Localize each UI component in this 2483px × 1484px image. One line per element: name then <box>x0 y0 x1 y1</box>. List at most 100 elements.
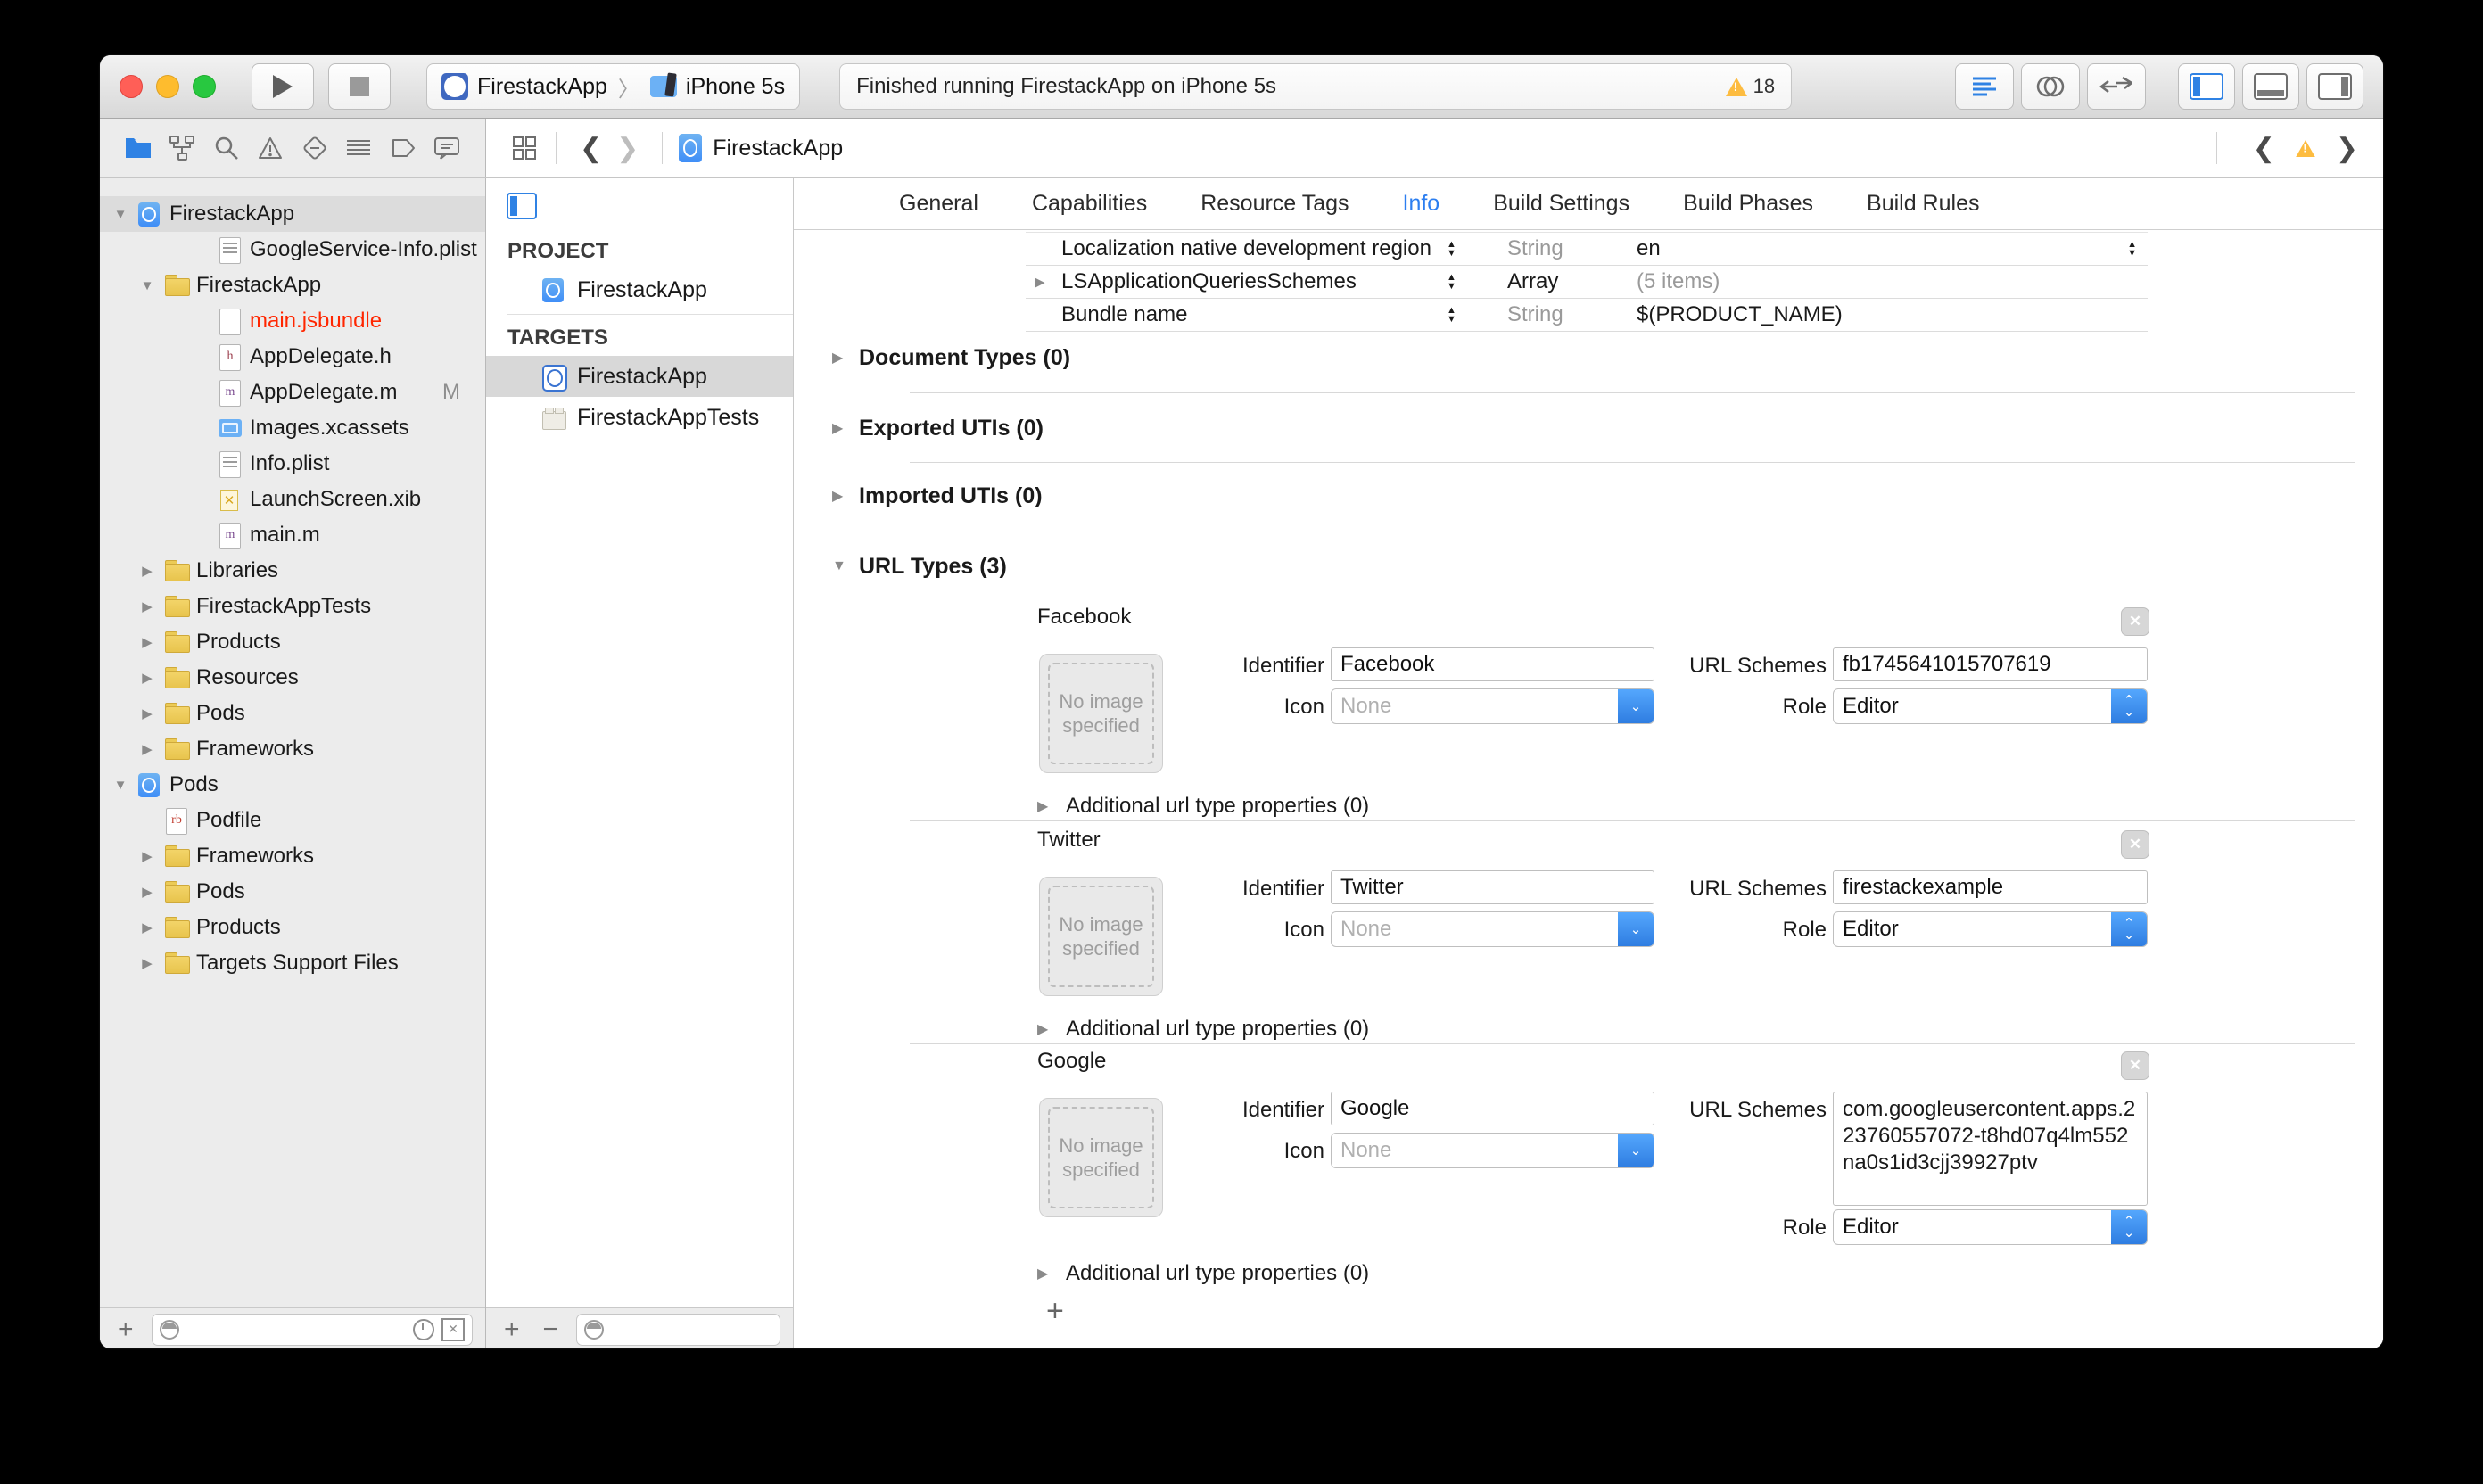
disclosure-triangle[interactable]: ▶ <box>134 634 161 650</box>
identifier-input[interactable] <box>1331 1092 1654 1125</box>
section-url-types[interactable]: ▼ URL Types (3) <box>832 550 1007 582</box>
remove-url-type-button[interactable]: ✕ <box>2121 830 2149 859</box>
tab-build-phases[interactable]: Build Phases <box>1683 191 1813 217</box>
disclosure-triangle[interactable]: ▶ <box>1037 1265 1066 1282</box>
section-exported-utis[interactable]: ▶ Exported UTIs (0) <box>832 412 1044 444</box>
remove-target-button[interactable]: − <box>538 1315 565 1343</box>
assistant-editor-button[interactable] <box>2021 63 2080 110</box>
plist-value[interactable]: en <box>1637 236 1661 261</box>
tab-build-settings[interactable]: Build Settings <box>1493 191 1629 217</box>
tree-item[interactable]: Info.plist <box>100 446 485 482</box>
navigator-filter-field[interactable]: ✕ <box>151 1313 473 1346</box>
disclosure-triangle[interactable]: ▶ <box>832 419 859 437</box>
plist-row[interactable]: Localization native development region S… <box>1026 232 2148 266</box>
tab-capabilities[interactable]: Capabilities <box>1032 191 1147 217</box>
url-schemes-input[interactable] <box>1833 870 2148 904</box>
disclosure-triangle[interactable]: ▶ <box>1035 274 1045 290</box>
disclosure-triangle[interactable]: ▼ <box>107 778 134 793</box>
tree-item[interactable]: m AppDelegate.m M <box>100 375 485 410</box>
plist-value[interactable]: (5 items) <box>1637 269 1720 294</box>
forward-button[interactable]: ❯ <box>609 133 646 164</box>
issue-navigator-icon[interactable] <box>255 133 285 163</box>
disclosure-triangle[interactable]: ▶ <box>1037 1020 1066 1038</box>
identifier-input[interactable] <box>1331 870 1654 904</box>
tree-item[interactable]: ▶ Frameworks <box>100 731 485 767</box>
plist-type[interactable]: Array <box>1507 269 1558 294</box>
scheme-selector[interactable]: FirestackApp 〉 iPhone 5s <box>426 63 801 110</box>
recent-files-icon[interactable] <box>413 1318 434 1340</box>
toggle-navigator-button[interactable] <box>2178 63 2235 110</box>
plist-row[interactable]: ▶ LSApplicationQueriesSchemes Array (5 i… <box>1026 266 2148 299</box>
zoom-window-button[interactable] <box>193 75 216 98</box>
section-document-types[interactable]: ▶ Document Types (0) <box>832 342 1070 374</box>
additional-properties-row[interactable]: ▶ Additional url type properties (0) <box>1037 1017 1369 1042</box>
icon-dropdown[interactable]: None ⌄ <box>1331 1133 1654 1168</box>
role-dropdown[interactable]: Editor ⌃ ⌄ <box>1833 1209 2148 1245</box>
add-file-button[interactable]: + <box>112 1315 139 1343</box>
disclosure-triangle[interactable]: ▶ <box>134 741 161 757</box>
hide-targets-list-icon[interactable] <box>507 193 537 219</box>
identifier-input[interactable] <box>1331 647 1654 681</box>
disclosure-triangle[interactable]: ▶ <box>134 955 161 971</box>
test-navigator-icon[interactable] <box>300 133 330 163</box>
version-editor-button[interactable] <box>2087 63 2146 110</box>
targets-filter-field[interactable] <box>576 1313 780 1346</box>
tree-item[interactable]: ▶ Products <box>100 624 485 660</box>
tab-build-rules[interactable]: Build Rules <box>1867 191 1979 217</box>
project-navigator-icon[interactable] <box>123 133 153 163</box>
key-stepper-icon[interactable] <box>1447 240 1456 258</box>
plist-type[interactable]: String <box>1507 302 1563 327</box>
key-stepper-icon[interactable] <box>1447 306 1456 324</box>
remove-url-type-button[interactable]: ✕ <box>2121 607 2149 636</box>
icon-dropdown[interactable]: None ⌄ <box>1331 911 1654 947</box>
disclosure-triangle[interactable]: ▶ <box>832 349 859 367</box>
url-schemes-input[interactable] <box>1833 647 2148 681</box>
plist-type[interactable]: String <box>1507 236 1563 261</box>
tab-general[interactable]: General <box>899 191 978 217</box>
add-target-button[interactable]: + <box>499 1315 525 1343</box>
disclosure-triangle[interactable]: ▶ <box>134 705 161 721</box>
debug-navigator-icon[interactable] <box>343 133 374 163</box>
issue-warning-icon[interactable] <box>2296 139 2315 157</box>
target-item[interactable]: FirestackAppTests <box>486 397 793 438</box>
standard-editor-button[interactable] <box>1955 63 2014 110</box>
next-issue-button[interactable]: ❯ <box>2329 133 2365 164</box>
related-items-icon[interactable] <box>509 133 540 163</box>
tree-item[interactable]: m main.m <box>100 517 485 553</box>
disclosure-triangle[interactable]: ▼ <box>134 278 161 293</box>
url-schemes-input[interactable]: com.googleusercontent.apps.223760557072-… <box>1833 1092 2148 1206</box>
tree-item[interactable]: ▼ Pods <box>100 767 485 803</box>
jumpbar-title[interactable]: FirestackApp <box>713 136 843 161</box>
previous-issue-button[interactable]: ❮ <box>2246 133 2282 164</box>
disclosure-triangle[interactable]: ▶ <box>134 563 161 579</box>
additional-properties-row[interactable]: ▶ Additional url type properties (0) <box>1037 1261 1369 1286</box>
minimize-window-button[interactable] <box>156 75 179 98</box>
section-imported-utis[interactable]: ▶ Imported UTIs (0) <box>832 480 1043 512</box>
warning-icon[interactable] <box>1725 77 1747 96</box>
tree-item[interactable]: ▶ FirestackAppTests <box>100 589 485 624</box>
tree-item[interactable]: ▼ FirestackApp <box>100 196 485 232</box>
tree-item[interactable]: GoogleService-Info.plist <box>100 232 485 268</box>
tree-item[interactable]: rb Podfile <box>100 803 485 838</box>
tree-item[interactable]: main.jsbundle <box>100 303 485 339</box>
tree-item[interactable]: ▶ Pods <box>100 696 485 731</box>
tab-info[interactable]: Info <box>1403 191 1440 217</box>
tree-item[interactable]: ▶ Resources <box>100 660 485 696</box>
add-url-type-button[interactable]: + <box>1046 1296 1064 1326</box>
project-item[interactable]: FirestackApp <box>486 269 793 310</box>
key-stepper-icon[interactable] <box>1447 273 1456 291</box>
disclosure-triangle[interactable]: ▶ <box>134 598 161 614</box>
back-button[interactable]: ❮ <box>573 133 609 164</box>
tree-item[interactable]: ▼ FirestackApp <box>100 268 485 303</box>
plist-value[interactable]: $(PRODUCT_NAME) <box>1637 302 1843 327</box>
stop-button[interactable] <box>328 63 391 110</box>
tree-item[interactable]: ✕ LaunchScreen.xib <box>100 482 485 517</box>
tree-item[interactable]: ▶ Pods <box>100 874 485 910</box>
scm-status-filter-icon[interactable]: ✕ <box>441 1317 465 1341</box>
toggle-debug-area-button[interactable] <box>2242 63 2299 110</box>
symbol-navigator-icon[interactable] <box>167 133 197 163</box>
tab-resource-tags[interactable]: Resource Tags <box>1200 191 1349 217</box>
tree-item[interactable]: ▶ Frameworks <box>100 838 485 874</box>
icon-dropdown[interactable]: None ⌄ <box>1331 688 1654 724</box>
disclosure-triangle[interactable]: ▶ <box>134 884 161 900</box>
